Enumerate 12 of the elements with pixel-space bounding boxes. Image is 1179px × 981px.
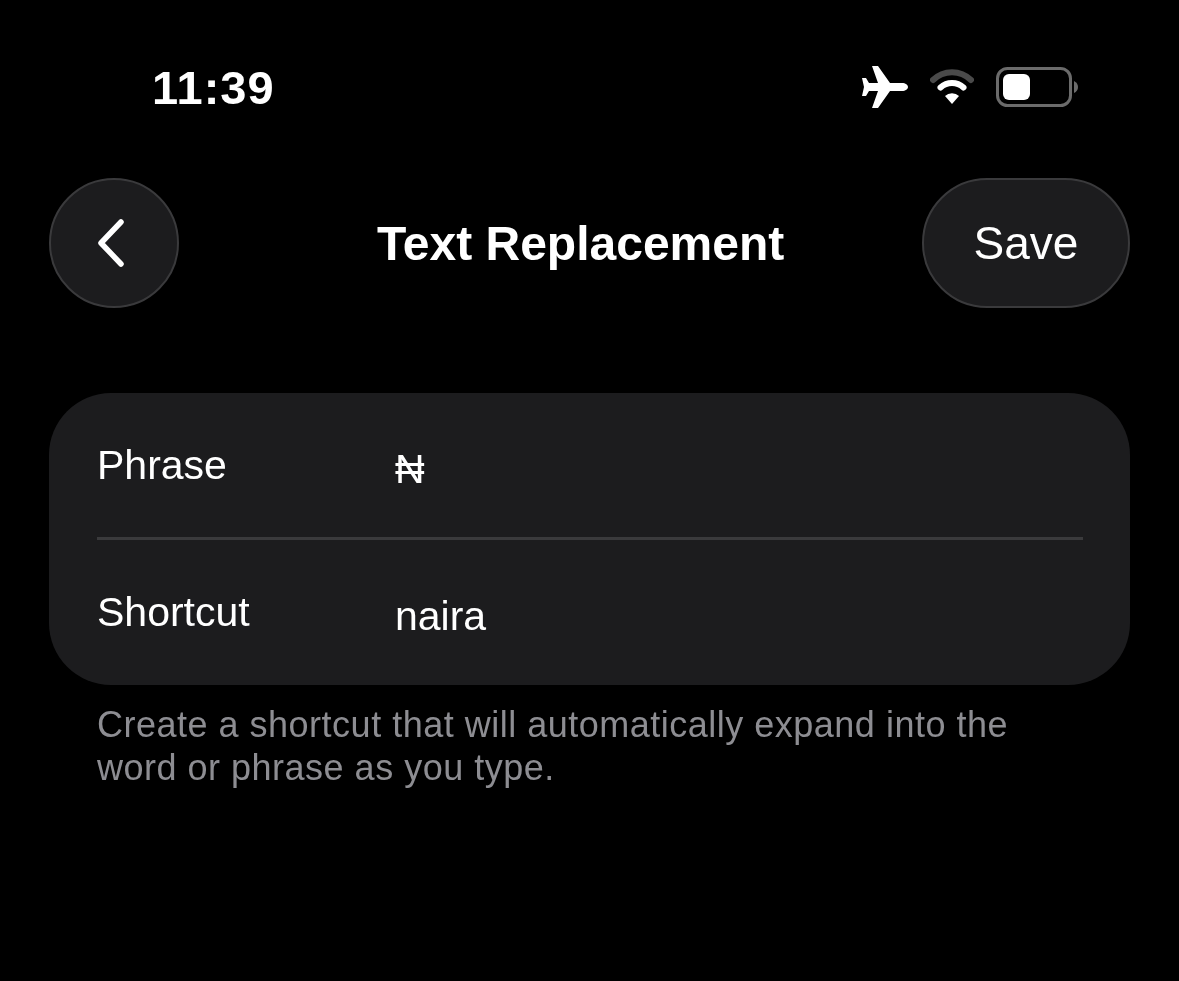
airplane-icon (862, 66, 908, 108)
status-time: 11:39 (152, 59, 275, 115)
battery-icon (996, 67, 1078, 107)
input-field[interactable]: ₦ (395, 441, 1083, 497)
save-button[interactable]: Save (922, 178, 1130, 308)
page-title: Text Replacement (377, 215, 785, 271)
field-label: Shortcut (97, 589, 251, 636)
help-text: Create a shortcut that will automatically expand into the word or phrase as you type. (97, 703, 1009, 789)
back-chevron-icon (96, 219, 126, 267)
wifi-icon (930, 69, 974, 105)
field-label: Phrase (97, 441, 228, 489)
input-field[interactable]: naira (395, 588, 1083, 645)
